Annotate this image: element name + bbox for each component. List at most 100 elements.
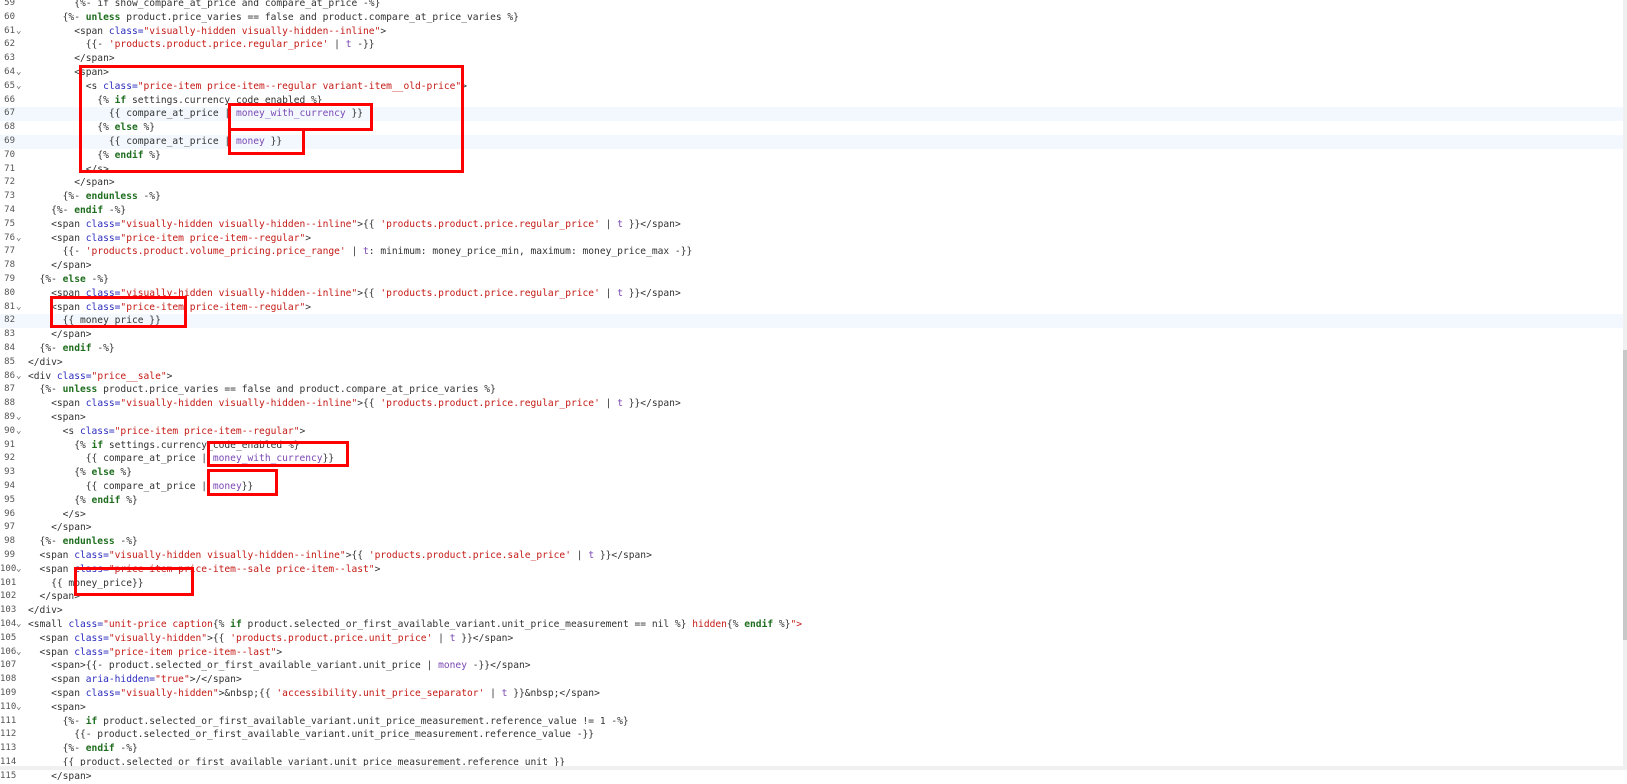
- code-token: endif: [85, 743, 115, 755]
- code-line[interactable]: 85 </div>: [0, 356, 1627, 370]
- code-token: {%: [212, 619, 231, 630]
- code-token: <span: [28, 550, 75, 561]
- code-token: class=: [108, 25, 144, 37]
- horizontal-scrollbar[interactable]: [0, 766, 1627, 770]
- code-line[interactable]: 90 ⌄ <s class="price-item price-item--reg…: [0, 425, 1627, 439]
- fold-chevron-icon[interactable]: ⌄: [16, 646, 21, 660]
- code-token: "visually-hidden visually-hidden--inline…: [120, 218, 358, 230]
- fold-chevron-icon[interactable]: ⌄: [16, 425, 21, 439]
- code-line[interactable]: 84 {%- endif -%}: [0, 342, 1627, 356]
- line-number: 98: [4, 536, 15, 547]
- fold-chevron-icon[interactable]: ⌄: [16, 563, 21, 577]
- fold-chevron-icon[interactable]: ⌄: [16, 618, 21, 632]
- vertical-scrollbar[interactable]: [1623, 0, 1627, 770]
- code-line[interactable]: 100 ⌄ <span class="price-item price-item-…: [0, 563, 1627, 577]
- line-number: 97: [4, 522, 15, 533]
- code-token: 'products.product.price.sale_price': [368, 550, 571, 561]
- code-line[interactable]: 112 {{- product.selected_or_first_availa…: [0, 728, 1627, 742]
- code-token: {{-: [28, 39, 109, 51]
- line-code: <div class="price__sale">: [28, 370, 172, 384]
- line-number: 83: [4, 329, 15, 340]
- code-line[interactable]: 63 </span>: [0, 52, 1627, 66]
- code-token: {%-: [28, 536, 63, 548]
- code-token: >: [305, 232, 312, 244]
- code-token: "visually-hidden": [120, 688, 219, 699]
- code-token: product.price_varies == false and produc…: [97, 384, 496, 396]
- code-line[interactable]: 78 </span>: [0, 259, 1627, 273]
- code-line[interactable]: 97 </span>: [0, 521, 1627, 535]
- code-line[interactable]: 86 ⌄ <div class="price__sale">: [0, 370, 1627, 384]
- code-line[interactable]: 72 </span>: [0, 176, 1627, 190]
- code-line[interactable]: 107 <span>{{- product.selected_or_first_…: [0, 659, 1627, 673]
- code-line[interactable]: 105 <span class="visually-hidden">{{ 'pr…: [0, 632, 1627, 646]
- code-token: else: [62, 274, 86, 285]
- code-token: <span: [28, 232, 86, 244]
- code-token: </div>: [28, 605, 63, 617]
- code-line[interactable]: 74 {%- endif -%}: [0, 204, 1627, 218]
- code-line[interactable]: 75 <span class="visually-hidden visually…: [0, 218, 1627, 232]
- code-token: 'products.product.volume_pricing.price_r…: [85, 246, 346, 258]
- line-code: <small class="unit-price caption{% if pr…: [28, 618, 802, 632]
- line-number: 82: [4, 315, 15, 326]
- code-line[interactable]: 115 </span>: [0, 770, 1627, 784]
- code-line[interactable]: 108 <span aria-hidden="true">/</span>: [0, 673, 1627, 687]
- annotation-box-money-price-regular: [50, 296, 187, 328]
- code-token: 'products.product.price.regular_price': [380, 398, 600, 410]
- code-line[interactable]: 59 {%- if show_compare_at_price and comp…: [0, 0, 1627, 11]
- fold-chevron-icon[interactable]: ⌄: [16, 411, 21, 425]
- line-code: <span class="visually-hidden visually-hi…: [28, 549, 652, 563]
- code-line[interactable]: 73 {%- endunless -%}: [0, 190, 1627, 204]
- code-line[interactable]: 101 {{ money_price}}: [0, 577, 1627, 591]
- code-line[interactable]: 103 </div>: [0, 604, 1627, 618]
- code-token: product.selected_or_first_available_vari…: [241, 619, 693, 630]
- code-token: }}&nbsp;</span>: [507, 688, 600, 699]
- code-line[interactable]: 76 ⌄ <span class="price-item price-item--…: [0, 232, 1627, 246]
- code-line[interactable]: 96 </s>: [0, 508, 1627, 522]
- line-number: 96: [4, 508, 15, 519]
- code-line[interactable]: 82 {{ money_price }}: [0, 314, 1627, 329]
- code-token: "unit-price caption: [103, 619, 213, 630]
- code-line[interactable]: 113 {%- endif -%}: [0, 742, 1627, 756]
- code-editor[interactable]: 59 {%- if show_compare_at_price and comp…: [0, 0, 1627, 782]
- fold-chevron-icon[interactable]: ⌄: [16, 301, 21, 315]
- line-number: 66: [4, 94, 15, 105]
- code-token: </span>: [28, 591, 80, 603]
- code-line[interactable]: 77 {{- 'products.product.volume_pricing.…: [0, 245, 1627, 259]
- fold-chevron-icon[interactable]: ⌄: [16, 80, 21, 94]
- code-line[interactable]: 111 {%- if product.selected_or_first_ava…: [0, 715, 1627, 729]
- fold-chevron-icon[interactable]: ⌄: [16, 25, 21, 39]
- code-line[interactable]: 88 <span class="visually-hidden visually…: [0, 397, 1627, 411]
- code-token: ">: [790, 619, 803, 630]
- code-line[interactable]: 60 {%- unless product.price_varies == fa…: [0, 11, 1627, 25]
- code-token: endunless: [85, 191, 138, 203]
- code-line[interactable]: 81 ⌄ <span class="price-item price-item--…: [0, 301, 1627, 315]
- code-line[interactable]: 110 ⌄ <span>: [0, 701, 1627, 715]
- line-code: {%- if product.selected_or_first_availab…: [28, 715, 629, 729]
- fold-chevron-icon[interactable]: ⌄: [16, 232, 21, 246]
- scrollbar-thumb[interactable]: [1623, 350, 1627, 640]
- code-line[interactable]: 109 <span class="visually-hidden">&nbsp;…: [0, 687, 1627, 701]
- fold-chevron-icon[interactable]: ⌄: [16, 370, 21, 384]
- code-token: class=: [68, 619, 104, 630]
- code-line[interactable]: 104 ⌄ <small class="unit-price caption{% i…: [0, 618, 1627, 632]
- code-line[interactable]: 106 ⌄ <span class="price-item price-item-…: [0, 646, 1627, 660]
- code-line[interactable]: 99 <span class="visually-hidden visually…: [0, 549, 1627, 563]
- code-line[interactable]: 87 {%- unless product.price_varies == fa…: [0, 383, 1627, 397]
- code-token: endunless: [62, 536, 115, 548]
- code-line[interactable]: 62 {{- 'products.product.price.regular_p…: [0, 38, 1627, 52]
- code-line[interactable]: 98 {%- endunless -%}: [0, 535, 1627, 549]
- code-token: <small: [28, 619, 69, 630]
- code-line[interactable]: 61 ⌄ <span class="visually-hidden visuall…: [0, 25, 1627, 39]
- code-line[interactable]: 89 ⌄ <span>: [0, 411, 1627, 425]
- line-code: <span>{{- product.selected_or_first_avai…: [28, 659, 530, 673]
- fold-chevron-icon[interactable]: ⌄: [16, 66, 21, 80]
- code-line[interactable]: 80 <span class="visually-hidden visually…: [0, 287, 1627, 301]
- code-token: {%-: [28, 11, 86, 23]
- code-line[interactable]: 83 </span>: [0, 328, 1627, 342]
- annotation-box-money-1: [228, 128, 305, 155]
- fold-chevron-icon[interactable]: ⌄: [16, 701, 21, 715]
- code-line[interactable]: 102 </span>: [0, 590, 1627, 604]
- line-code: {%- else -%}: [28, 273, 109, 287]
- code-line[interactable]: 79 {%- else -%}: [0, 273, 1627, 287]
- code-token: -%}: [91, 343, 115, 354]
